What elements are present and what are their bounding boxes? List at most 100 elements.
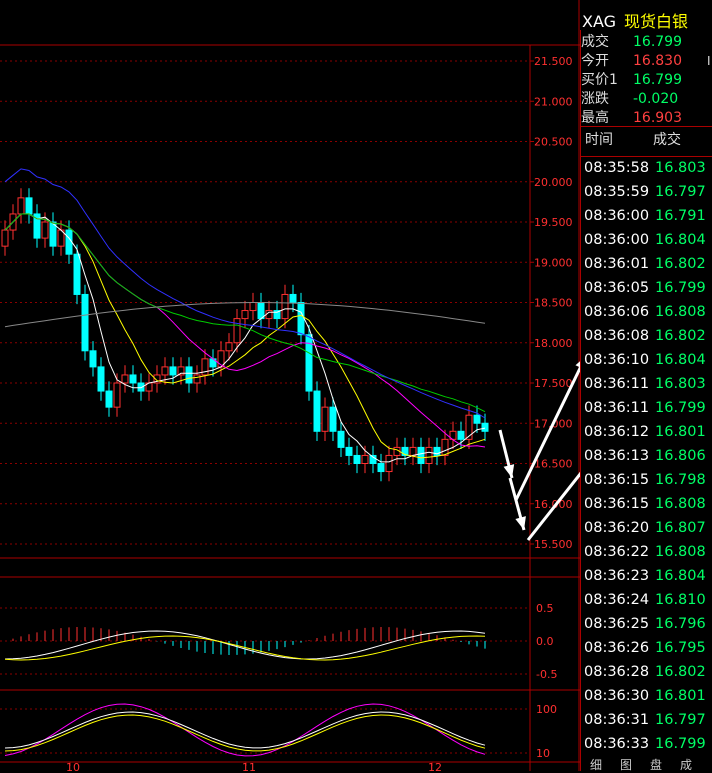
- candle-body: [417, 446, 425, 464]
- bottom-tab[interactable]: 成: [680, 756, 692, 773]
- tick-row[interactable]: 08:36:25 16.796: [581, 612, 712, 636]
- bottom-tab[interactable]: 图: [620, 756, 632, 773]
- candle-body: [257, 302, 265, 320]
- tick-price: 16.797: [655, 712, 706, 728]
- candle-body: [377, 463, 385, 473]
- kdj-tick-label: 100: [536, 703, 557, 716]
- tick-row[interactable]: 08:35:59 16.797: [581, 180, 712, 204]
- tick-time: 08:36:05: [584, 280, 650, 296]
- price-tick-label: 21.500: [534, 55, 573, 68]
- tick-price: 16.803: [655, 160, 706, 176]
- candle-body: [169, 366, 177, 376]
- chart-area[interactable]: 21.500 21.000 20.500 20.000 19.500 19.000 18.5…: [0, 0, 580, 771]
- candle-body: [457, 430, 465, 440]
- tick-row[interactable]: 08:36:11 16.799: [581, 396, 712, 420]
- tick-time: 08:36:13: [584, 448, 650, 464]
- bottom-tabs[interactable]: 细图盘成: [580, 756, 712, 773]
- candle-body: [481, 422, 489, 432]
- quote-value: 16.799: [633, 72, 682, 88]
- price-tick-label: 20.000: [534, 176, 573, 189]
- tick-price: 16.798: [655, 472, 706, 488]
- quote-row: 买价1 16.799: [581, 71, 712, 90]
- tick-row[interactable]: 08:36:08 16.802: [581, 324, 712, 348]
- tick-row[interactable]: 08:36:24 16.810: [581, 588, 712, 612]
- tick-row[interactable]: 08:36:15 16.798: [581, 468, 712, 492]
- candle-body: [129, 374, 137, 384]
- tick-row[interactable]: 08:36:26 16.795: [581, 636, 712, 660]
- tick-row[interactable]: 08:36:00 16.804: [581, 228, 712, 252]
- tick-price: 16.807: [655, 520, 706, 536]
- candle-body: [361, 454, 369, 465]
- tick-row[interactable]: 08:36:11 16.803: [581, 372, 712, 396]
- candle-body: [97, 366, 105, 392]
- tick-price: 16.808: [655, 544, 706, 560]
- date-label: 12: [428, 761, 442, 771]
- date-label: 11: [242, 761, 256, 771]
- candle-body: [441, 438, 449, 456]
- tick-row[interactable]: 08:36:28 16.802: [581, 660, 712, 684]
- tick-price: 16.795: [655, 640, 706, 656]
- price-tick-label: 21.000: [534, 95, 573, 108]
- quote-label: 买价1: [581, 72, 618, 88]
- tick-price: 16.799: [655, 736, 706, 752]
- candle-body: [249, 302, 257, 312]
- macd-tick-label: -0.5: [536, 668, 557, 681]
- quote-row: 今开 16.830 I: [581, 52, 712, 71]
- quote-row: 成交 16.799: [581, 33, 712, 52]
- tick-row[interactable]: 08:36:22 16.808: [581, 540, 712, 564]
- tick-time: 08:36:15: [584, 472, 650, 488]
- price-tick-label: 15.500: [534, 538, 573, 551]
- macd-tick-label: 0.0: [536, 635, 554, 648]
- tick-row[interactable]: 08:36:20 16.807: [581, 516, 712, 540]
- tick-row[interactable]: 08:36:10 16.804: [581, 348, 712, 372]
- candle-body: [289, 293, 297, 304]
- quote-label: 今开: [581, 53, 609, 69]
- kdj-k-line: [4, 711, 486, 749]
- tick-price: 16.804: [655, 352, 706, 368]
- tick-row[interactable]: 08:36:00 16.791: [581, 204, 712, 228]
- kdj-tick-label: 10: [536, 747, 550, 760]
- tick-time: 08:36:22: [584, 544, 650, 560]
- tick-price: 16.802: [655, 664, 706, 680]
- tick-time: 08:36:23: [584, 568, 650, 584]
- tick-row[interactable]: 08:36:23 16.804: [581, 564, 712, 588]
- kdj-d-line: [4, 714, 486, 752]
- tick-row[interactable]: 08:35:58 16.803: [581, 156, 712, 180]
- tick-price: 16.796: [655, 616, 706, 632]
- price-tick-label: 17.500: [534, 377, 573, 390]
- tick-price: 16.810: [655, 592, 706, 608]
- price-tick-label: 18.000: [534, 337, 573, 350]
- tick-row[interactable]: 08:36:01 16.802: [581, 252, 712, 276]
- candle-body: [321, 406, 329, 432]
- tick-price: 16.799: [655, 400, 706, 416]
- tick-row[interactable]: 08:36:12 16.801: [581, 420, 712, 444]
- tick-price: 16.801: [655, 688, 706, 704]
- bottom-tab[interactable]: 盘: [650, 756, 662, 773]
- tick-row[interactable]: 08:36:30 16.801: [581, 684, 712, 708]
- bottom-tab[interactable]: 细: [590, 756, 602, 773]
- tick-time: 08:36:33: [584, 736, 650, 752]
- kline-chart[interactable]: 21.500 21.000 20.500 20.000 19.500 19.000 18.5…: [0, 0, 580, 771]
- candle-body: [65, 229, 73, 255]
- price-tick-label: 18.500: [534, 297, 573, 310]
- tick-row[interactable]: 08:36:33 16.799: [581, 732, 712, 756]
- candle-body: [185, 366, 193, 384]
- tick-row[interactable]: 08:36:05 16.799: [581, 276, 712, 300]
- tick-time: 08:36:26: [584, 640, 650, 656]
- tick-time: 08:36:11: [584, 400, 650, 416]
- date-label: 10: [66, 761, 80, 771]
- tick-row[interactable]: 08:36:13 16.806: [581, 444, 712, 468]
- candle-body: [121, 374, 129, 384]
- price-tick-label: 20.500: [534, 136, 573, 149]
- tick-list[interactable]: 时间 成交 08:35:58 16.803 08:35:59 16.797 08:36:…: [580, 126, 712, 771]
- tick-row[interactable]: 08:36:31 16.797: [581, 708, 712, 732]
- candle-body: [25, 197, 33, 215]
- quote-value: 16.799: [633, 34, 682, 50]
- tick-price: 16.806: [655, 448, 706, 464]
- tick-row[interactable]: 08:36:15 16.808: [581, 492, 712, 516]
- candle-body: [225, 342, 233, 352]
- candle-body: [345, 446, 353, 456]
- tick-row[interactable]: 08:36:06 16.808: [581, 300, 712, 324]
- candle-body: [353, 454, 361, 465]
- tick-time: 08:36:06: [584, 304, 650, 320]
